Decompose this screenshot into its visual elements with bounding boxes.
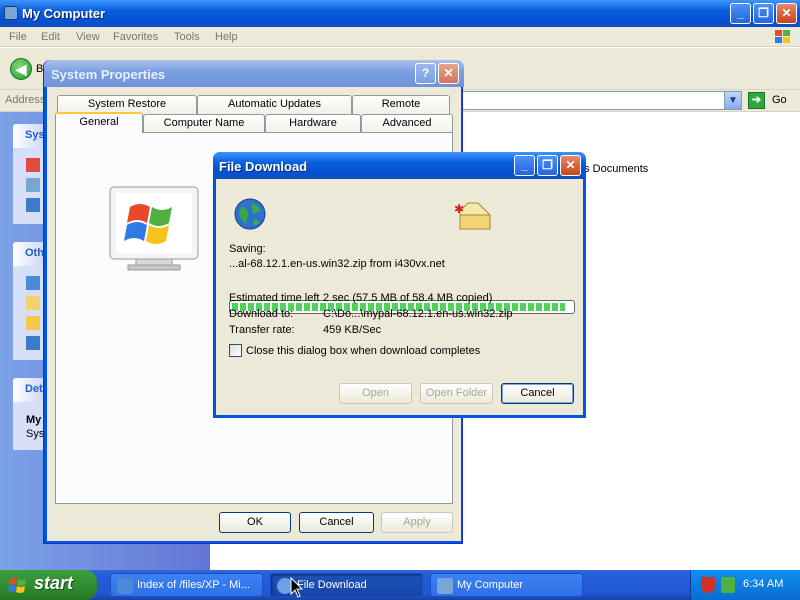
control-panel-icon[interactable] <box>26 336 40 350</box>
open-button[interactable]: Open <box>339 383 412 404</box>
transfer-rate-label: Transfer rate: <box>229 324 295 336</box>
windows-logo-icon <box>775 30 790 43</box>
view-system-info-icon[interactable] <box>26 158 40 172</box>
cancel-button[interactable]: Cancel <box>299 512 374 533</box>
shared-documents-icon[interactable] <box>26 316 40 330</box>
saving-filename: ...al-68.12.1.en-us.win32.zip from i430v… <box>229 258 445 270</box>
menu-file[interactable]: File <box>9 31 27 43</box>
my-computer-title-bar[interactable]: My Computer _ ❐ ✕ <box>0 0 800 27</box>
add-remove-programs-icon[interactable] <box>26 178 40 192</box>
tab-hardware[interactable]: Hardware <box>265 114 361 133</box>
tab-automatic-updates[interactable]: Automatic Updates <box>197 95 352 114</box>
menu-help[interactable]: Help <box>215 31 238 43</box>
my-documents-icon[interactable] <box>26 296 40 310</box>
address-label: Address <box>5 94 46 106</box>
go-button[interactable]: ➔ Go <box>748 92 796 110</box>
details-title: My <box>26 414 42 426</box>
open-folder-button[interactable]: Open Folder <box>420 383 493 404</box>
windows-logo-icon <box>8 578 26 593</box>
menu-tools[interactable]: Tools <box>174 31 200 43</box>
estimated-time-value: 2 sec (57.5 MB of 58.4 MB copied) <box>323 292 493 304</box>
download-to-value: C:\Do...\mypal-68.12.1.en-us.win32.zip <box>323 308 513 320</box>
windows-xp-monitor-icon <box>109 186 199 271</box>
minimize-button[interactable]: _ <box>730 3 751 24</box>
back-arrow-icon[interactable]: ◀ <box>10 58 32 80</box>
mouse-cursor-icon <box>290 577 304 598</box>
file-download-title-bar[interactable]: File Download _ ❐ ✕ <box>213 152 586 179</box>
close-button[interactable]: ✕ <box>438 63 459 84</box>
estimated-time-label: Estimated time left <box>229 292 320 304</box>
tab-remote[interactable]: Remote <box>352 95 450 114</box>
download-to-label: Download to: <box>229 308 294 320</box>
close-when-complete-checkbox[interactable] <box>229 344 242 357</box>
taskbar: start Index of /files/XP - Mi... File Do… <box>0 570 800 600</box>
file-download-body: ✱ Saving: ...al-68.12.1.en-us.win32.zip … <box>216 179 583 415</box>
network-places-icon[interactable] <box>26 276 40 290</box>
file-download-dialog: File Download _ ❐ ✕ ✱ Saving: ...al-68.1… <box>213 152 586 418</box>
menu-view[interactable]: View <box>76 31 100 43</box>
task-index-of-files[interactable]: Index of /files/XP - Mi... <box>110 573 263 597</box>
details-subtitle: Sys <box>26 428 45 440</box>
close-when-complete-label[interactable]: Close this dialog box when download comp… <box>246 345 480 357</box>
help-button[interactable]: ? <box>415 63 436 84</box>
cancel-button[interactable]: Cancel <box>501 383 574 404</box>
saving-label: Saving: <box>229 243 266 255</box>
go-arrow-icon: ➔ <box>748 92 765 109</box>
chevron-down-icon[interactable]: ▼ <box>724 92 741 109</box>
address-input[interactable]: ▼ <box>460 91 742 110</box>
close-button[interactable]: ✕ <box>560 155 581 176</box>
task-label: File Download <box>297 579 367 591</box>
start-label: start <box>34 573 74 593</box>
task-label: My Computer <box>457 579 524 591</box>
menu-edit[interactable]: Edit <box>41 31 60 43</box>
task-my-computer[interactable]: My Computer <box>430 573 583 597</box>
minimize-button[interactable]: _ <box>514 155 535 176</box>
ok-button[interactable]: OK <box>219 512 291 533</box>
change-setting-icon[interactable] <box>26 198 40 212</box>
go-label: Go <box>772 94 787 106</box>
dialog-title: System Properties <box>51 67 166 82</box>
system-tray: 6:34 AM <box>690 570 800 600</box>
task-label: Index of /files/XP - Mi... <box>137 579 250 591</box>
system-properties-title-bar[interactable]: System Properties ? ✕ <box>44 60 464 87</box>
tab-computer-name[interactable]: Computer Name <box>143 114 265 133</box>
menu-favorites[interactable]: Favorites <box>113 31 158 43</box>
clock[interactable]: 6:34 AM <box>743 578 783 590</box>
close-button[interactable]: ✕ <box>776 3 797 24</box>
my-computer-icon <box>437 578 453 594</box>
tab-general[interactable]: General <box>55 112 143 133</box>
globe-icon <box>234 198 266 230</box>
menu-bar: File Edit View Favorites Tools Help <box>0 27 800 47</box>
documents-item-label[interactable]: 's Documents <box>582 163 648 175</box>
dialog-title: File Download <box>219 159 308 174</box>
my-computer-icon <box>4 6 18 20</box>
transfer-rate-value: 459 KB/Sec <box>323 324 382 336</box>
maximize-button[interactable]: ❐ <box>753 3 774 24</box>
svg-text:✱: ✱ <box>454 202 464 216</box>
apply-button[interactable]: Apply <box>381 512 453 533</box>
folder-download-icon: ✱ <box>454 202 491 230</box>
tab-advanced[interactable]: Advanced <box>361 114 453 133</box>
window-title: My Computer <box>22 6 106 21</box>
security-shield-icon[interactable] <box>701 577 715 593</box>
ie-icon <box>117 578 133 594</box>
windows-update-icon[interactable] <box>721 577 735 593</box>
maximize-button[interactable]: ❐ <box>537 155 558 176</box>
start-button[interactable]: start <box>0 570 97 600</box>
